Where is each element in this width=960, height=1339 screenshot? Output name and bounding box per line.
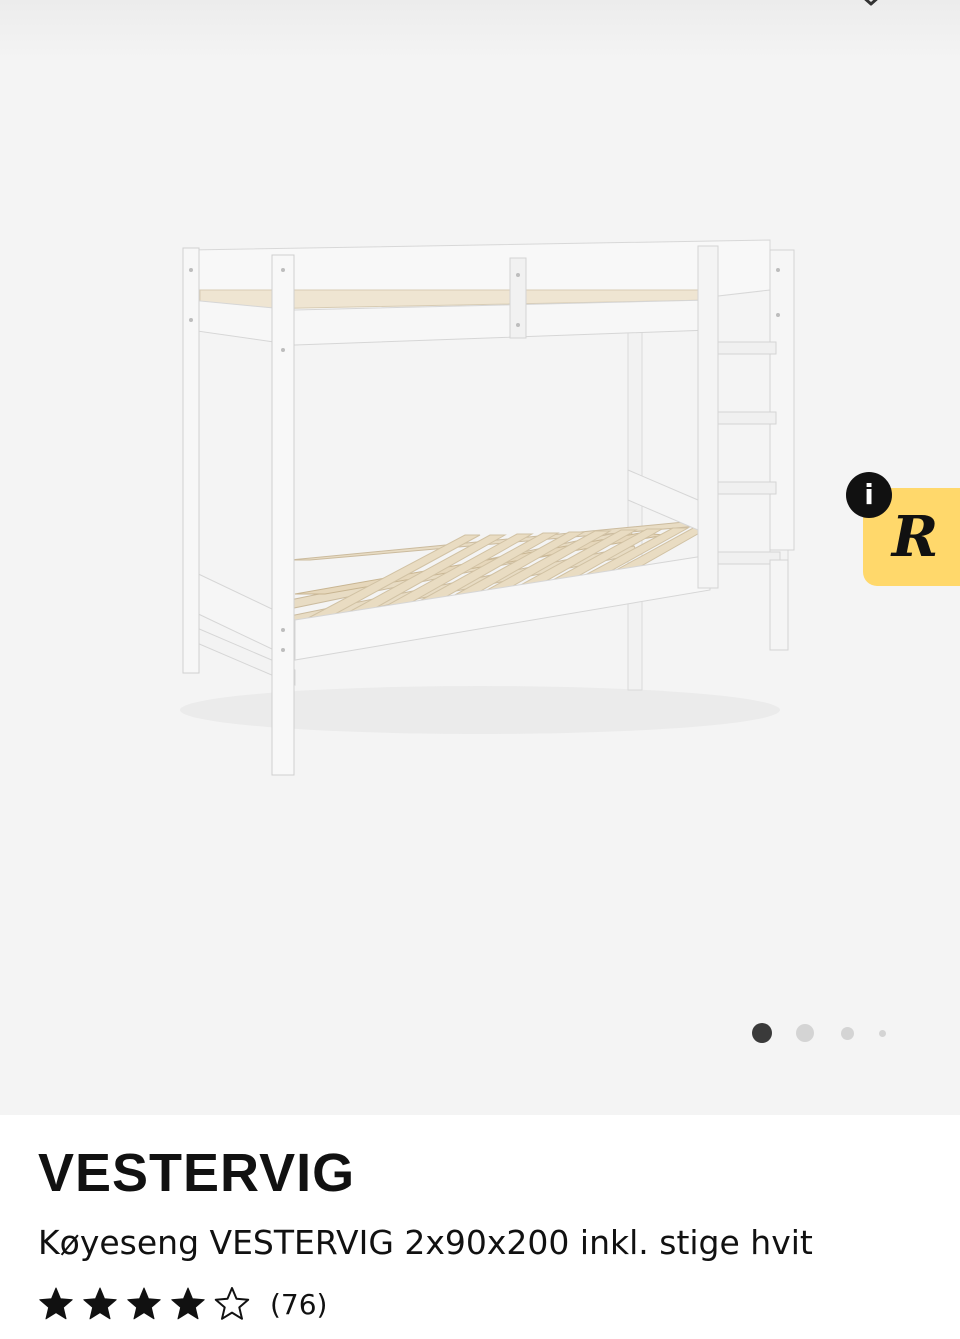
- info-icon[interactable]: i: [846, 472, 892, 518]
- product-title: Køyeseng VESTERVIG 2x90x200 inkl. stige …: [38, 1223, 813, 1262]
- chevron-down-icon[interactable]: [860, 0, 882, 8]
- star-filled-icon: [171, 1287, 205, 1320]
- rating-stars: [39, 1287, 250, 1320]
- star-filled-icon: [127, 1287, 161, 1320]
- star-filled-icon: [39, 1287, 73, 1320]
- star-empty-icon: [214, 1287, 250, 1320]
- reviews-widget-button[interactable]: R i: [846, 472, 960, 588]
- product-image-gallery[interactable]: R i: [0, 0, 960, 1115]
- gallery-pagination: [740, 1018, 900, 1048]
- pagination-dot[interactable]: [796, 1024, 814, 1042]
- review-count[interactable]: (76): [270, 1285, 327, 1325]
- product-image[interactable]: [150, 230, 810, 790]
- top-bar-fade: [0, 0, 960, 60]
- product-info: VESTERVIG Køyeseng VESTERVIG 2x90x200 in…: [0, 1115, 960, 1339]
- pagination-dot[interactable]: [879, 1030, 886, 1037]
- reviews-logo-icon: R: [891, 504, 939, 570]
- star-filled-icon: [83, 1287, 117, 1320]
- pagination-dot-active[interactable]: [752, 1023, 772, 1043]
- pagination-dot[interactable]: [841, 1027, 854, 1040]
- product-brand: VESTERVIG: [38, 1143, 356, 1203]
